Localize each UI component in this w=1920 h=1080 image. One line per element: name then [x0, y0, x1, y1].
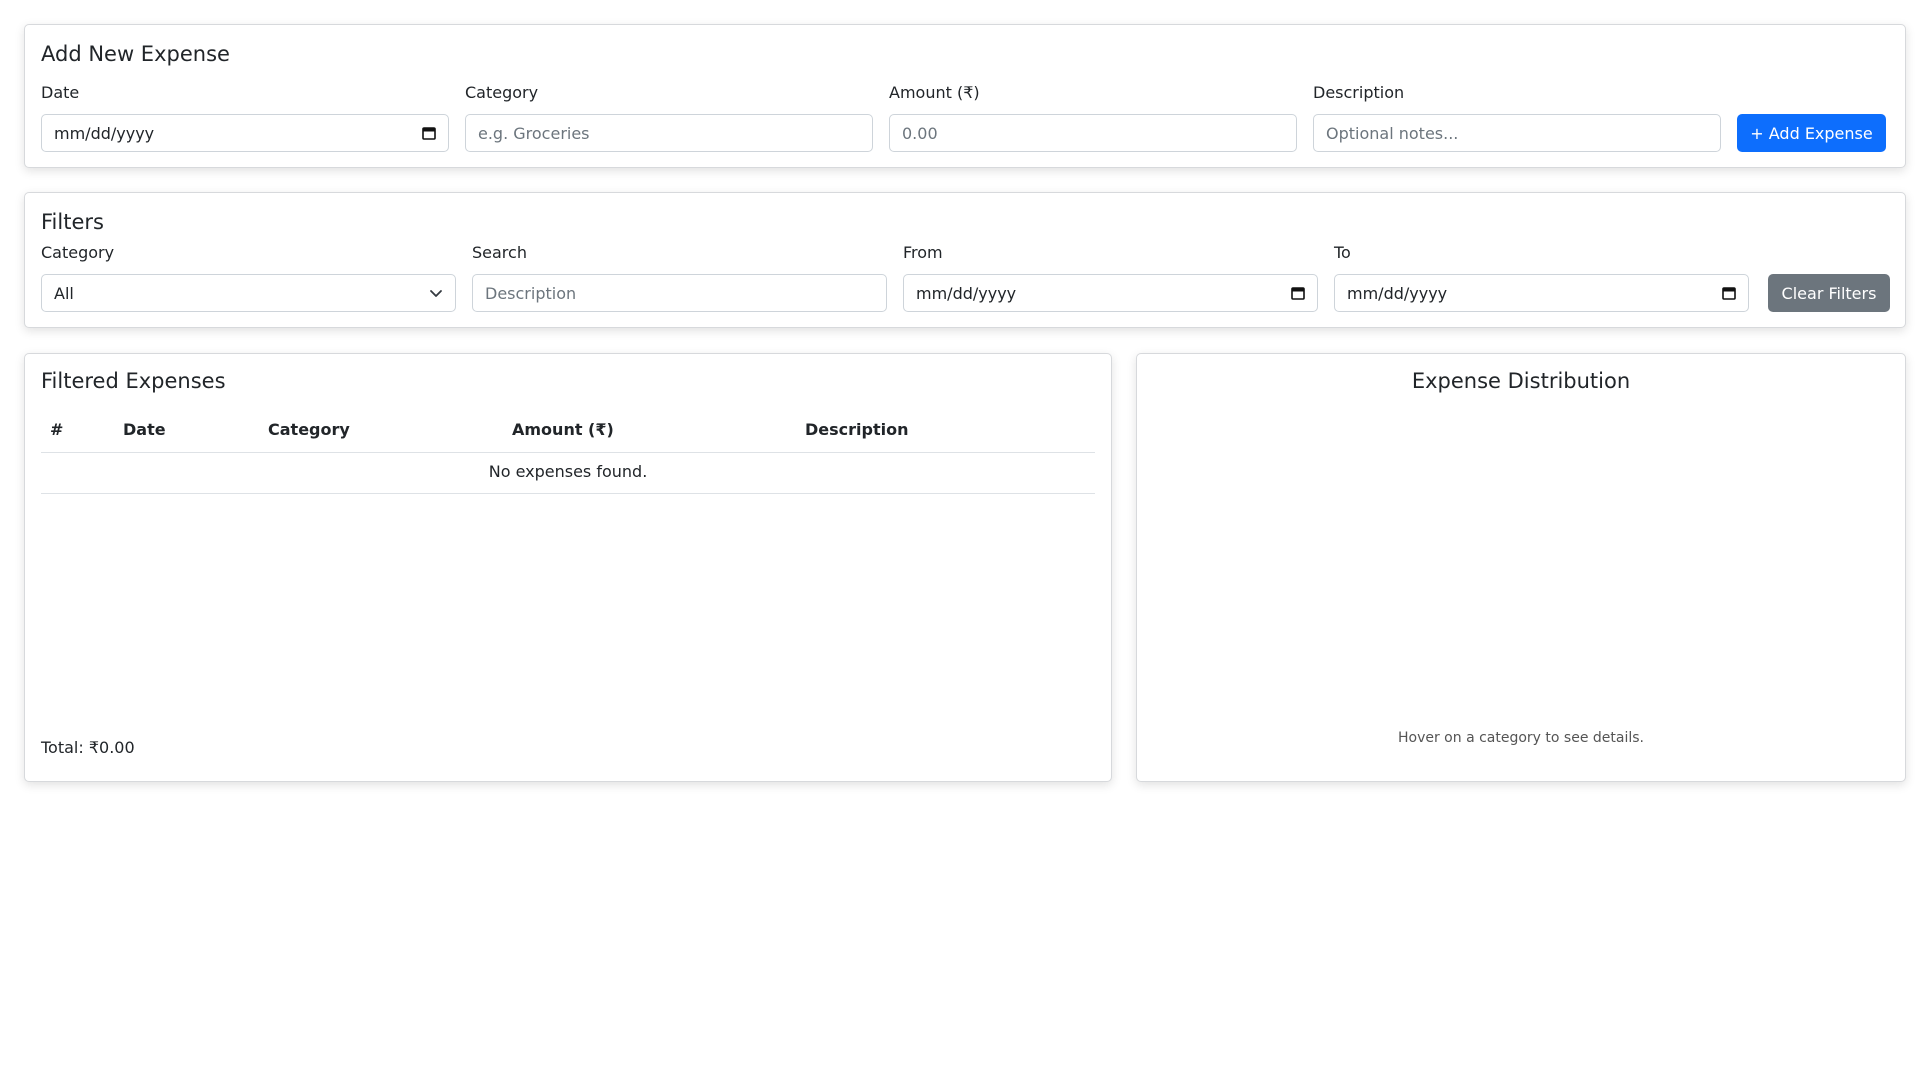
filter-category-select[interactable]: All — [41, 274, 456, 312]
search-label: Search — [472, 243, 527, 262]
column-header-number: # — [50, 420, 64, 439]
to-label: To — [1334, 243, 1351, 262]
to-date-input[interactable]: mm/dd/yyyy — [1334, 274, 1749, 312]
distribution-hint: Hover on a category to see details. — [1397, 730, 1644, 746]
expense-distribution-title: Expense Distribution — [1411, 369, 1631, 393]
date-input[interactable]: mm/dd/yyyy — [41, 114, 449, 152]
category-input[interactable] — [465, 114, 873, 152]
expense-distribution-card: Expense Distribution Hover on a category… — [1136, 353, 1906, 782]
filtered-expenses-card: Filtered Expenses # Date Category Amount… — [24, 353, 1112, 782]
add-expense-button[interactable]: + Add Expense — [1737, 114, 1886, 152]
column-header-date: Date — [123, 420, 166, 439]
clear-filters-button[interactable]: Clear Filters — [1768, 274, 1890, 312]
column-header-amount: Amount (₹) — [512, 420, 614, 439]
description-label: Description — [1313, 83, 1405, 102]
calendar-icon[interactable] — [422, 126, 436, 140]
date-input-value: mm/dd/yyyy — [54, 123, 155, 143]
table-row-divider — [41, 493, 1095, 494]
from-date-input[interactable]: mm/dd/yyyy — [903, 274, 1318, 312]
expense-distribution-chart-area[interactable] — [1153, 414, 1889, 714]
from-label: From — [903, 243, 943, 262]
add-expense-title: Add New Expense — [41, 42, 230, 66]
empty-table-message: No expenses found. — [488, 462, 648, 481]
calendar-icon[interactable] — [1291, 286, 1305, 300]
chevron-down-icon — [429, 286, 443, 300]
description-input[interactable] — [1313, 114, 1721, 152]
search-input[interactable] — [472, 274, 887, 312]
from-date-value: mm/dd/yyyy — [916, 283, 1017, 303]
filter-category-label: Category — [41, 243, 115, 262]
expenses-total: Total: ₹0.00 — [41, 738, 135, 757]
date-label: Date — [41, 83, 80, 102]
amount-label: Amount (₹) — [889, 83, 980, 102]
filters-card: Filters Category All Search From mm/dd/y… — [24, 192, 1906, 328]
filters-title: Filters — [41, 210, 104, 234]
category-label: Category — [465, 83, 539, 102]
to-date-value: mm/dd/yyyy — [1347, 283, 1448, 303]
add-expense-card: Add New Expense Date mm/dd/yyyy Category… — [24, 24, 1906, 168]
calendar-icon[interactable] — [1722, 286, 1736, 300]
column-header-description: Description — [805, 420, 909, 439]
table-header-divider — [41, 452, 1095, 453]
column-header-category: Category — [268, 420, 350, 439]
amount-input[interactable] — [889, 114, 1297, 152]
filter-category-value: All — [54, 283, 74, 303]
filtered-expenses-title: Filtered Expenses — [41, 369, 226, 393]
